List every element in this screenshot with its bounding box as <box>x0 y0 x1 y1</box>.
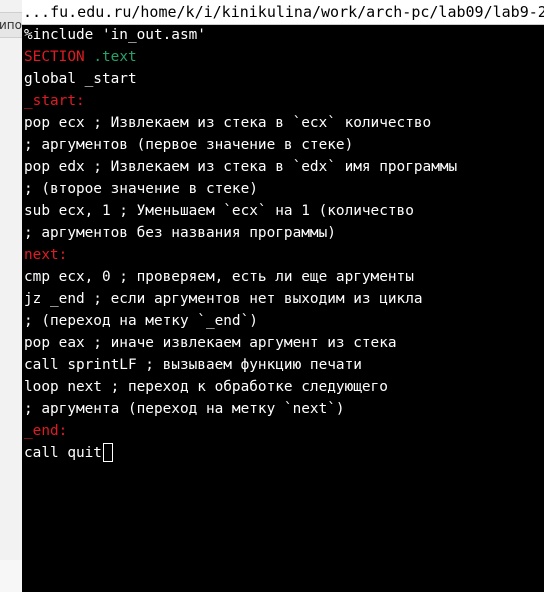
code-line[interactable]: pop ecx ; Извлекаем из стека в `ecx` кол… <box>24 112 542 134</box>
code-line[interactable]: ; (второе значение в стеке) <box>24 178 542 200</box>
background-window[interactable]: Кипо <box>0 0 23 592</box>
code-line[interactable]: ; аргумента (переход на метку `next`) <box>24 398 542 420</box>
code-text: global _start <box>24 71 137 87</box>
code-line[interactable]: loop next ; переход к обработке следующе… <box>24 376 542 398</box>
title-bar[interactable]: ...fu.edu.ru/home/k/i/kinikulina/work/ar… <box>22 0 544 25</box>
code-line[interactable]: next: <box>24 244 542 266</box>
background-menu-label: Кипо <box>0 18 22 32</box>
code-text: pop eax ; иначе извлекаем аргумент из ст… <box>24 335 397 351</box>
label-start: _start: <box>24 93 85 109</box>
code-text: pop edx ; Извлекаем из стека в `edx` имя… <box>24 159 458 175</box>
section-name: .text <box>93 49 137 65</box>
code-line[interactable]: jz _end ; если аргументов нет выходим из… <box>24 288 542 310</box>
code-line[interactable]: pop eax ; иначе извлекаем аргумент из ст… <box>24 332 542 354</box>
code-text: %include 'in_out.asm' <box>24 27 206 43</box>
text-editor[interactable]: %include 'in_out.asm' SECTION .text glob… <box>24 24 542 592</box>
code-text: ; (второе значение в стеке) <box>24 181 258 197</box>
code-text: ; аргумента (переход на метку `next`) <box>24 401 345 417</box>
code-text: jz _end ; если аргументов нет выходим из… <box>24 291 423 307</box>
code-line[interactable]: cmp ecx, 0 ; проверяем, есть ли еще аргу… <box>24 266 542 288</box>
background-menu-item[interactable]: Кипо <box>0 12 22 38</box>
code-text: sub ecx, 1 ; Уменьшаем `ecx` на 1 (колич… <box>24 203 414 219</box>
code-line[interactable]: _start: <box>24 90 542 112</box>
code-text: ; (переход на метку `_end`) <box>24 313 258 329</box>
code-line[interactable]: ; аргументов (первое значение в стеке) <box>24 134 542 156</box>
code-line[interactable]: pop edx ; Извлекаем из стека в `edx` имя… <box>24 156 542 178</box>
code-text: ; аргументов (первое значение в стеке) <box>24 137 354 153</box>
code-line[interactable]: _end: <box>24 420 542 442</box>
code-line[interactable]: sub ecx, 1 ; Уменьшаем `ecx` на 1 (колич… <box>24 200 542 222</box>
code-text: cmp ecx, 0 ; проверяем, есть ли еще аргу… <box>24 269 414 285</box>
code-line[interactable]: call sprintLF ; вызываем функцию печати <box>24 354 542 376</box>
code-text: call sprintLF ; вызываем функцию печати <box>24 357 362 373</box>
code-line[interactable]: SECTION .text <box>24 46 542 68</box>
code-line[interactable]: global _start <box>24 68 542 90</box>
code-line[interactable]: %include 'in_out.asm' <box>24 24 542 46</box>
window-title: ...fu.edu.ru/home/k/i/kinikulina/work/ar… <box>23 3 544 21</box>
section-keyword: SECTION <box>24 49 85 65</box>
terminal-window[interactable]: ...fu.edu.ru/home/k/i/kinikulina/work/ar… <box>22 0 544 592</box>
text-cursor <box>102 443 113 462</box>
code-line[interactable]: ; (переход на метку `_end`) <box>24 310 542 332</box>
code-line[interactable]: ; аргументов без названия программы) <box>24 222 542 244</box>
code-text: pop ecx ; Извлекаем из стека в `ecx` кол… <box>24 115 432 131</box>
screen: Кипо ...fu.edu.ru/home/k/i/kinikulina/wo… <box>0 0 544 592</box>
code-line[interactable]: call quit <box>24 442 542 464</box>
code-text: call quit <box>24 445 102 461</box>
label-end: _end: <box>24 423 68 439</box>
label-next: next: <box>24 247 68 263</box>
code-text: loop next ; переход к обработке следующе… <box>24 379 388 395</box>
code-text: ; аргументов без названия программы) <box>24 225 336 241</box>
background-window-edge <box>0 560 22 592</box>
